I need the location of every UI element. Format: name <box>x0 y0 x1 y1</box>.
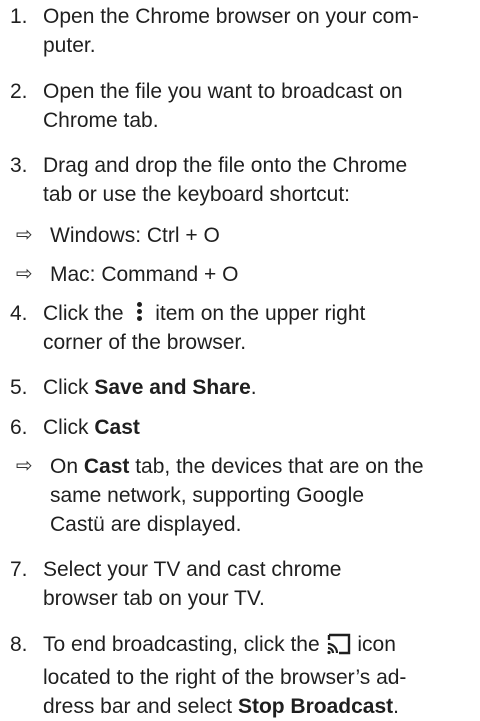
step-line: Chrome tab. <box>43 109 159 132</box>
step-text-pre: dress bar and select <box>43 695 238 718</box>
step-line: To end broadcasting, click the icon <box>43 630 473 663</box>
step-number: 2. <box>10 80 28 103</box>
step-number: 8. <box>10 633 28 656</box>
step-text: To end broadcasting, click the icon loca… <box>43 630 473 721</box>
step-number: 6. <box>10 416 28 439</box>
substep-bold-label: Cast <box>83 455 130 478</box>
substep-pre: On <box>50 455 84 478</box>
step-text-post: . <box>393 695 399 718</box>
step-line: Open the file you want to broadcast on <box>43 80 403 103</box>
step-text: Open the file you want to broadcast on C… <box>43 77 473 135</box>
step-number: 5. <box>10 376 28 399</box>
substep-text: Windows: Ctrl + O <box>50 224 220 247</box>
step-number: 3. <box>10 154 28 177</box>
arrow-icon: ⇨ <box>16 263 33 285</box>
step-line: puter. <box>43 34 96 57</box>
instruction-document: 1. Open the Chrome browser on your com- … <box>0 0 480 718</box>
arrow-icon: ⇨ <box>16 224 33 246</box>
substep-line: same network, supporting Google <box>50 484 365 507</box>
step-line: located to the right of the browser’s ad… <box>43 666 407 689</box>
step-line: corner of the browser. <box>43 331 247 354</box>
step-bold-label: Save and Share <box>94 376 251 399</box>
cast-icon <box>326 633 352 663</box>
step-line: tab or use the keyboard shortcut: <box>43 183 351 206</box>
step-text-pre: Click <box>43 416 95 439</box>
step-line: Select your TV and cast chrome <box>43 558 342 581</box>
arrow-icon: ⇨ <box>16 455 33 477</box>
step-number: 7. <box>10 558 28 581</box>
step-line: browser tab on your TV. <box>43 587 265 610</box>
kebab-menu-icon <box>129 301 149 323</box>
step-text: Open the Chrome browser on your com- put… <box>43 2 473 60</box>
substep-line: Castü are displayed. <box>50 513 242 536</box>
substep-line: On Cast tab, the devices that are on the <box>50 452 475 481</box>
step-text-post: item on the upper right <box>155 302 366 325</box>
step-line: Click the item on the upper right <box>43 299 473 328</box>
step-text: Click Cast <box>43 413 473 442</box>
step-text: Drag and drop the file onto the Chrome t… <box>43 151 473 209</box>
step-text: Click the item on the upper right corner… <box>43 299 473 357</box>
step-bold-label: Cast <box>94 416 140 439</box>
step-number: 4. <box>10 302 28 325</box>
step-text-pre: To end broadcasting, click the <box>43 633 320 656</box>
substep-text: On Cast tab, the devices that are on the… <box>50 452 475 539</box>
step-text-pre: Click <box>43 376 95 399</box>
step-text: Click Save and Share. <box>43 373 473 402</box>
step-line: Drag and drop the file onto the Chrome <box>43 154 408 177</box>
step-bold-label: Stop Broadcast <box>237 695 394 718</box>
substep-text: Mac: Command + O <box>50 263 239 286</box>
step-text-pre: Click the <box>43 302 124 325</box>
step-number: 1. <box>10 5 28 28</box>
step-line: Open the Chrome browser on your com- <box>43 5 419 28</box>
step-line: dress bar and select Stop Broadcast. <box>43 692 473 721</box>
step-text-post: icon <box>357 633 396 656</box>
step-text: Select your TV and cast chrome browser t… <box>43 555 473 613</box>
substep-post: tab, the devices that are on the <box>129 455 424 478</box>
step-text-post: . <box>250 376 257 399</box>
